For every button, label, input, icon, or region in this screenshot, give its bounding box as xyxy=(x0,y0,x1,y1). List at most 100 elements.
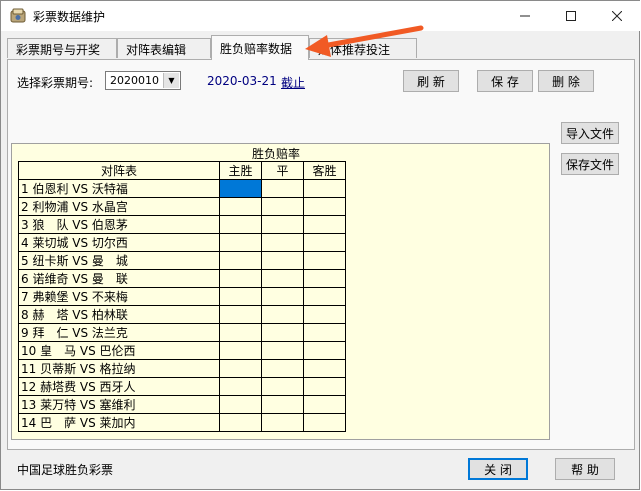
draw-cell[interactable] xyxy=(261,269,304,288)
matchup-cell[interactable]: 6 诺维奇 VS 曼 联 xyxy=(18,269,220,288)
home-win-cell[interactable] xyxy=(219,323,262,342)
help-button[interactable]: 帮 助 xyxy=(555,458,615,480)
deadline-label: 截止 xyxy=(281,76,306,90)
table-row: 7 弗赖堡 VS 不来梅 xyxy=(18,287,346,306)
column-header-draw: 平 xyxy=(261,161,304,180)
table-header-row: 对阵表 主胜 平 客胜 xyxy=(18,161,346,180)
draw-cell[interactable] xyxy=(261,323,304,342)
away-win-cell[interactable] xyxy=(303,197,346,216)
away-win-cell[interactable] xyxy=(303,269,346,288)
annotation-arrow xyxy=(305,25,424,57)
table-row: 6 诺维奇 VS 曼 联 xyxy=(18,269,346,288)
matchup-cell[interactable]: 5 纽卡斯 VS 曼 城 xyxy=(18,251,220,270)
home-win-cell[interactable] xyxy=(219,359,262,378)
away-win-cell[interactable] xyxy=(303,251,346,270)
home-win-cell[interactable] xyxy=(219,305,262,324)
away-win-cell[interactable] xyxy=(303,179,346,198)
save-button[interactable]: 保 存 xyxy=(477,70,533,92)
away-win-cell[interactable] xyxy=(303,341,346,360)
away-win-cell[interactable] xyxy=(303,287,346,306)
home-win-cell[interactable] xyxy=(219,287,262,306)
home-win-cell[interactable] xyxy=(219,341,262,360)
tab-matchup-edit[interactable]: 对阵表编辑 xyxy=(117,38,211,58)
home-win-cell[interactable] xyxy=(219,233,262,252)
column-header-matchup: 对阵表 xyxy=(18,161,220,180)
app-icon xyxy=(10,8,26,23)
period-label: 选择彩票期号: xyxy=(17,76,94,90)
matchup-cell[interactable]: 10 皇 马 VS 巴伦西 xyxy=(18,341,220,360)
matchup-cell[interactable]: 2 利物浦 VS 水晶宫 xyxy=(18,197,220,216)
home-win-cell[interactable] xyxy=(219,395,262,414)
table-row: 10 皇 马 VS 巴伦西 xyxy=(18,341,346,360)
draw-cell[interactable] xyxy=(261,251,304,270)
tab-odds-data[interactable]: 胜负赔率数据 xyxy=(211,35,309,60)
away-win-cell[interactable] xyxy=(303,413,346,432)
away-win-cell[interactable] xyxy=(303,359,346,378)
matchup-cell[interactable]: 8 赫 塔 VS 柏林联 xyxy=(18,305,220,324)
draw-cell[interactable] xyxy=(261,179,304,198)
away-win-cell[interactable] xyxy=(303,215,346,234)
table-row: 13 莱万特 VS 塞维利 xyxy=(18,395,346,414)
refresh-button[interactable]: 刷 新 xyxy=(403,70,459,92)
table-row: 11 贝蒂斯 VS 格拉纳 xyxy=(18,359,346,378)
column-header-home-win: 主胜 xyxy=(219,161,262,180)
home-win-cell[interactable] xyxy=(219,269,262,288)
save-file-button[interactable]: 保存文件 xyxy=(561,153,619,175)
main-window: 彩票数据维护 彩票期号与开奖 对阵表编辑 胜负赔率数据 媒体推荐投注 选择彩票期… xyxy=(0,0,640,490)
draw-cell[interactable] xyxy=(261,377,304,396)
deadline-date: 2020-03-21 xyxy=(207,74,277,88)
matchup-cell[interactable]: 3 狼 队 VS 伯恩茅 xyxy=(18,215,220,234)
draw-cell[interactable] xyxy=(261,359,304,378)
close-window-button[interactable] xyxy=(594,1,640,31)
tab-periods[interactable]: 彩票期号与开奖 xyxy=(7,38,117,58)
draw-cell[interactable] xyxy=(261,413,304,432)
matchup-cell[interactable]: 9 拜 仁 VS 法兰克 xyxy=(18,323,220,342)
column-header-away-win: 客胜 xyxy=(303,161,346,180)
odds-group-header: 胜负赔率 xyxy=(251,147,300,161)
matchup-cell[interactable]: 1 伯恩利 VS 沃特福 xyxy=(18,179,220,198)
matchup-cell[interactable]: 4 莱切城 VS 切尔西 xyxy=(18,233,220,252)
minimize-button[interactable] xyxy=(502,1,548,31)
home-win-cell[interactable] xyxy=(219,413,262,432)
away-win-cell[interactable] xyxy=(303,323,346,342)
tab-panel: 选择彩票期号: 2020010 ▼ 2020-03-21 截止 刷 新 保 存 … xyxy=(7,59,635,450)
close-button[interactable]: 关 闭 xyxy=(468,458,528,480)
matchup-cell[interactable]: 11 贝蒂斯 VS 格拉纳 xyxy=(18,359,220,378)
period-select-value: 2020010 xyxy=(110,74,159,87)
odds-grid: 胜负赔率 对阵表 主胜 平 客胜 1 伯恩利 VS 沃特福 2 利物浦 VS 水晶… xyxy=(11,143,550,440)
draw-cell[interactable] xyxy=(261,287,304,306)
away-win-cell[interactable] xyxy=(303,305,346,324)
table-row: 14 巴 萨 VS 莱加内 xyxy=(18,413,346,432)
matchup-cell[interactable]: 12 赫塔费 VS 西牙人 xyxy=(18,377,220,396)
window-title: 彩票数据维护 xyxy=(33,10,106,24)
table-row: 5 纽卡斯 VS 曼 城 xyxy=(18,251,346,270)
away-win-cell[interactable] xyxy=(303,395,346,414)
home-win-cell[interactable] xyxy=(219,215,262,234)
away-win-cell[interactable] xyxy=(303,233,346,252)
home-win-cell[interactable] xyxy=(219,197,262,216)
draw-cell[interactable] xyxy=(261,197,304,216)
away-win-cell[interactable] xyxy=(303,377,346,396)
odds-table: 对阵表 主胜 平 客胜 1 伯恩利 VS 沃特福 2 利物浦 VS 水晶宫 3 狼 … xyxy=(18,161,346,432)
table-row: 3 狼 队 VS 伯恩茅 xyxy=(18,215,346,234)
table-row: 8 赫 塔 VS 柏林联 xyxy=(18,305,346,324)
matchup-cell[interactable]: 13 莱万特 VS 塞维利 xyxy=(18,395,220,414)
home-win-cell[interactable] xyxy=(219,377,262,396)
draw-cell[interactable] xyxy=(261,233,304,252)
draw-cell[interactable] xyxy=(261,341,304,360)
maximize-button[interactable] xyxy=(548,1,594,31)
draw-cell[interactable] xyxy=(261,215,304,234)
import-file-button[interactable]: 导入文件 xyxy=(561,122,619,144)
table-row: 4 莱切城 VS 切尔西 xyxy=(18,233,346,252)
home-win-cell[interactable] xyxy=(219,251,262,270)
period-select[interactable]: 2020010 ▼ xyxy=(105,71,181,90)
close-icon xyxy=(612,11,622,21)
delete-button[interactable]: 删 除 xyxy=(538,70,594,92)
matchup-cell[interactable]: 7 弗赖堡 VS 不来梅 xyxy=(18,287,220,306)
draw-cell[interactable] xyxy=(261,305,304,324)
chevron-down-icon[interactable]: ▼ xyxy=(163,73,179,88)
matchup-cell[interactable]: 14 巴 萨 VS 莱加内 xyxy=(18,413,220,432)
draw-cell[interactable] xyxy=(261,395,304,414)
home-win-cell[interactable] xyxy=(219,179,262,198)
maximize-icon xyxy=(566,11,576,21)
